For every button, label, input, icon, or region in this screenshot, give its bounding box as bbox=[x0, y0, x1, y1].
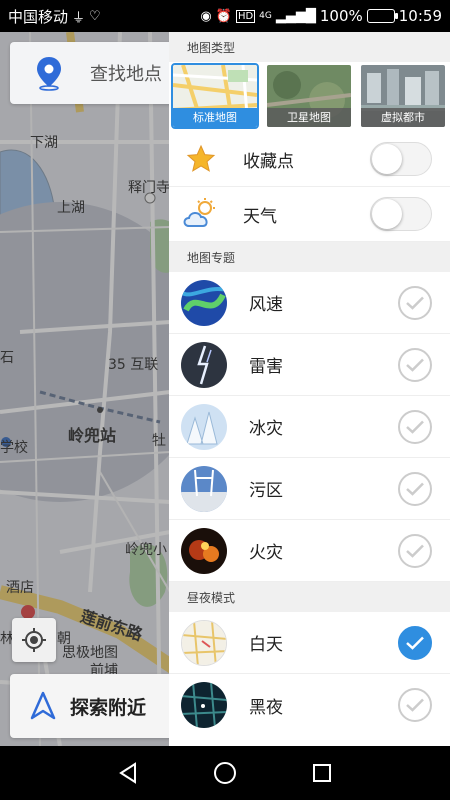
location-icon: ◉ bbox=[200, 8, 212, 24]
map-type-satellite[interactable]: 卫星地图 bbox=[267, 65, 351, 127]
map-type-virtual-city[interactable]: 虚拟都市 bbox=[361, 65, 445, 127]
ice-checkbox[interactable] bbox=[398, 409, 432, 444]
search-input[interactable]: 查找地点 bbox=[90, 60, 162, 86]
recents-button[interactable] bbox=[302, 753, 342, 793]
mode-label: 白天 bbox=[249, 635, 283, 655]
checkmark-icon bbox=[406, 636, 424, 650]
navigation-bar bbox=[0, 746, 450, 800]
fire-checkbox[interactable] bbox=[398, 533, 432, 568]
day-checkbox[interactable] bbox=[398, 625, 432, 660]
mode-row-night[interactable]: 黑夜 bbox=[169, 674, 450, 736]
map-type-label: 卫星地图 bbox=[267, 108, 351, 127]
weather-icon bbox=[181, 194, 221, 234]
day-map-thumbnail bbox=[181, 619, 227, 666]
back-triangle-icon bbox=[119, 762, 137, 784]
recents-square-icon bbox=[312, 764, 331, 782]
locate-button[interactable] bbox=[12, 618, 56, 662]
usb-icon: ⏚ bbox=[72, 10, 86, 26]
checkmark-icon bbox=[406, 296, 424, 310]
wind-thumbnail bbox=[181, 279, 227, 326]
checkmark-icon bbox=[406, 358, 424, 372]
toggle-row-favorites: 收藏点 bbox=[169, 132, 450, 187]
checkmark-icon bbox=[406, 544, 424, 558]
location-pin-icon bbox=[37, 57, 61, 91]
home-button[interactable] bbox=[205, 753, 245, 793]
hd-icon: HD bbox=[235, 9, 256, 23]
topic-row-ice[interactable]: 冰灾 bbox=[169, 396, 450, 458]
topic-label: 污区 bbox=[249, 481, 283, 501]
map-label: 上湖 bbox=[57, 200, 85, 216]
toggle-knob bbox=[372, 144, 402, 174]
search-bar[interactable]: 查找地点 bbox=[10, 42, 190, 104]
clock: 10:59 bbox=[398, 7, 442, 25]
map-type-standard[interactable]: 标准地图 bbox=[171, 63, 259, 129]
topic-row-fire[interactable]: 火灾 bbox=[169, 520, 450, 582]
map-label: 岭兜小 bbox=[125, 542, 167, 558]
topic-label: 冰灾 bbox=[249, 419, 283, 439]
alarm-icon: ⏰ bbox=[215, 8, 232, 24]
map-label: 释门寺 bbox=[128, 180, 170, 196]
map-label: 岭兜站 bbox=[68, 426, 117, 445]
map-label: 朝 bbox=[57, 631, 71, 647]
ice-thumbnail bbox=[181, 403, 227, 450]
crosshair-icon bbox=[22, 628, 46, 652]
map-type-label: 标准地图 bbox=[173, 108, 257, 127]
checkmark-icon bbox=[406, 482, 424, 496]
checkmark-icon bbox=[406, 420, 424, 434]
home-circle-icon bbox=[213, 762, 236, 784]
checkmark-icon bbox=[406, 698, 424, 712]
toggle-row-weather: 天气 bbox=[169, 187, 450, 242]
map-label: 酒店 bbox=[6, 580, 34, 596]
network-label: 4G bbox=[259, 11, 272, 21]
weather-label: 天气 bbox=[243, 206, 277, 227]
signal-icon: ▂▄▆█ bbox=[275, 8, 316, 24]
toggle-knob bbox=[372, 199, 402, 229]
daynight-header: 昼夜模式 bbox=[169, 582, 450, 612]
topic-label: 火灾 bbox=[249, 543, 283, 563]
map-label: 石 bbox=[0, 350, 14, 366]
layer-drawer: 地图类型 标准地图 卫星地图 虚拟都市 收藏点 天气 地图专题 风速 雷害 冰灾… bbox=[169, 32, 450, 746]
topic-header: 地图专题 bbox=[169, 242, 450, 272]
lightning-thumbnail bbox=[181, 341, 227, 388]
navigation-arrow-icon bbox=[30, 691, 56, 720]
back-button[interactable] bbox=[108, 753, 148, 793]
map-type-label: 虚拟都市 bbox=[361, 108, 445, 127]
favorites-label: 收藏点 bbox=[243, 151, 294, 172]
map-type-list: 标准地图 卫星地图 虚拟都市 bbox=[169, 62, 450, 132]
map-label: 下湖 bbox=[30, 135, 58, 151]
mode-label: 黑夜 bbox=[249, 697, 283, 718]
explore-nearby-label: 探索附近 bbox=[70, 696, 147, 719]
topic-label: 雷害 bbox=[249, 357, 283, 377]
topic-row-lightning[interactable]: 雷害 bbox=[169, 334, 450, 396]
map-label: 学校 bbox=[0, 440, 28, 456]
topic-row-wind[interactable]: 风速 bbox=[169, 272, 450, 334]
mode-row-day[interactable]: 白天 bbox=[169, 612, 450, 674]
map-label: 35 互联 bbox=[108, 357, 159, 373]
pollution-thumbnail bbox=[181, 465, 227, 512]
star-icon bbox=[181, 139, 221, 179]
lightning-checkbox[interactable] bbox=[398, 347, 432, 382]
night-checkbox[interactable] bbox=[398, 688, 432, 722]
map-type-header: 地图类型 bbox=[169, 32, 450, 62]
night-map-thumbnail bbox=[181, 682, 227, 728]
battery-icon bbox=[366, 9, 398, 23]
heart-rate-icon: ♡ bbox=[89, 8, 101, 24]
wind-checkbox[interactable] bbox=[398, 285, 432, 320]
topic-label: 风速 bbox=[249, 295, 283, 315]
weather-toggle[interactable] bbox=[370, 197, 432, 231]
carrier-label: 中国移动 bbox=[8, 7, 69, 26]
status-bar: 中国移动 ⏚ ♡ ◉ ⏰ HD 4G ▂▄▆█ 100% 10:59 bbox=[0, 0, 450, 32]
topic-row-pollution[interactable]: 污区 bbox=[169, 458, 450, 520]
map-label: 牡 bbox=[152, 433, 166, 449]
pollution-checkbox[interactable] bbox=[398, 471, 432, 506]
explore-nearby-button[interactable]: 探索附近 bbox=[10, 674, 190, 738]
fire-thumbnail bbox=[181, 527, 227, 574]
favorites-toggle[interactable] bbox=[370, 142, 432, 176]
battery-percent: 100% bbox=[319, 7, 363, 25]
